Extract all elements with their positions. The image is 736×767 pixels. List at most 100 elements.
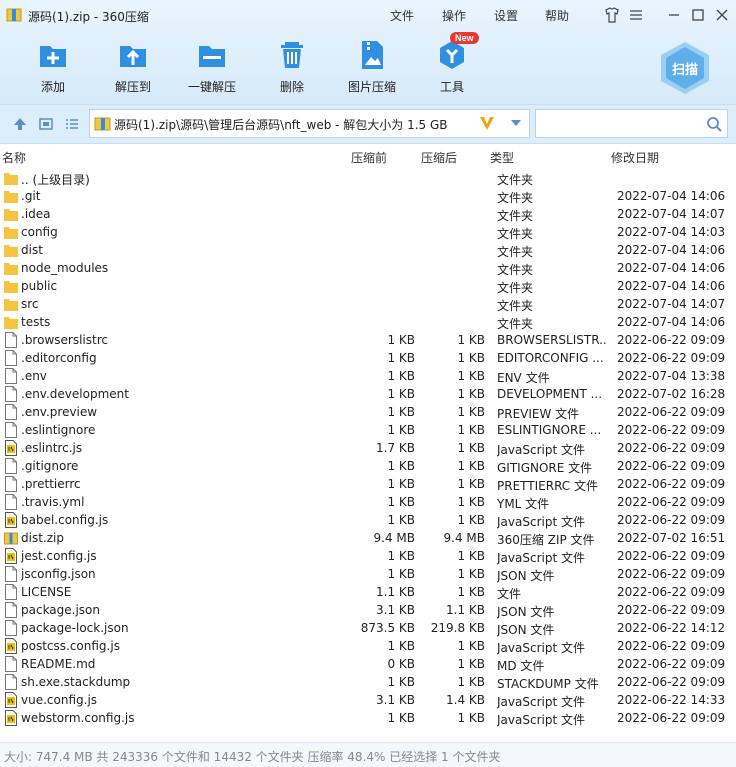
menu-operation[interactable]: 操作 [442,7,466,24]
file-row[interactable]: .gitignore 1 KB 1 KB GITIGNORE 文件 2022-06-22… [0,457,736,475]
file-row[interactable]: .env.development 1 KB 1 KB DEVELOPMENT ... 2… [0,385,736,403]
file-row[interactable]: .env.preview 1 KB 1 KB PREVIEW 文件 2022-06-22… [0,403,736,421]
file-icon [5,674,17,690]
menu-file[interactable]: 文件 [390,7,414,24]
thumbnail-view-icon[interactable] [38,116,54,132]
file-row[interactable]: dist 文件夹 2022-07-04 14:06 [0,241,736,259]
maximize-icon[interactable] [689,6,707,24]
file-type: 文件 [497,587,522,601]
file-packed-size: 1 KB [457,549,485,563]
file-row[interactable]: .. (上级目录) 文件夹 [0,169,736,187]
search-input[interactable] [535,109,728,138]
file-row[interactable]: .editorconfig 1 KB 1 KB EDITORCONFIG ... 202… [0,349,736,367]
file-row[interactable]: LICENSE 1.1 KB 1 KB 文件 2022-06-22 09:09 [0,583,736,601]
up-arrow-icon[interactable] [12,116,28,132]
file-type: EDITORCONFIG ... [497,351,604,365]
column-name[interactable]: 名称 [2,149,26,166]
address-bar[interactable]: 源码(1).zip\源码\管理后台源码\nft_web - 解包大小为 1.5 … [89,109,530,138]
file-packed-size: 1 KB [457,459,485,473]
file-date: 2022-06-22 09:09 [617,657,726,671]
extract-to-button[interactable]: 解压到 [108,38,158,96]
column-size[interactable]: 压缩前 [351,149,387,166]
file-type: JSON 文件 [497,569,555,583]
file-packed-size: 1 KB [457,495,485,509]
one-click-extract-button[interactable]: 一键解压 [183,38,241,96]
file-row[interactable]: node_modules 文件夹 2022-07-04 14:06 [0,259,736,277]
file-date: 2022-06-22 14:12 [617,621,726,635]
file-row[interactable]: jsconfig.json 1 KB 1 KB JSON 文件 2022-06-22 0… [0,565,736,583]
column-header: 名称 压缩前 压缩后 类型 修改日期 [0,145,736,167]
add-button[interactable]: 添加 [33,38,73,96]
file-name: jsconfig.json [21,567,96,581]
file-row[interactable]: webstorm.config.js 1 KB 1 KB JavaScript 文件 2… [0,709,736,727]
close-icon[interactable] [713,6,731,24]
image-compress-button[interactable]: 图片压缩 [344,38,400,96]
file-row[interactable]: package-lock.json 873.5 KB 219.8 KB JSON 文件… [0,619,736,637]
file-row[interactable]: vue.config.js 3.1 KB 1.4 KB JavaScript 文件 20… [0,691,736,709]
chevron-down-icon[interactable] [510,118,522,128]
file-size: 1 KB [387,477,415,491]
file-name: .travis.yml [21,495,85,509]
file-row[interactable]: package.json 3.1 KB 1.1 KB JSON 文件 2022-06-2… [0,601,736,619]
tools-label: 工具 [439,80,464,94]
file-type: 文件夹 [497,227,534,241]
search-icon[interactable] [706,116,722,132]
list-view-icon[interactable] [64,116,80,132]
menu-icon[interactable] [627,6,645,24]
column-packed[interactable]: 压缩后 [421,149,457,166]
file-date: 2022-07-04 13:38 [617,369,726,383]
file-row[interactable]: sh.exe.stackdump 1 KB 1 KB STACKDUMP 文件 2022… [0,673,736,691]
file-type: STACKDUMP 文件 [497,677,599,691]
file-row[interactable]: .browserslistrc 1 KB 1 KB BROWSERSLISTR... 2… [0,331,736,349]
file-row[interactable]: tests 文件夹 2022-07-04 14:06 [0,313,736,331]
file-row[interactable]: .git 文件夹 2022-07-04 14:06 [0,187,736,205]
file-type: JavaScript 文件 [497,695,585,709]
file-row[interactable]: config 文件夹 2022-07-04 14:03 [0,223,736,241]
file-date: 2022-06-22 09:09 [617,441,726,455]
file-date: 2022-07-04 14:07 [617,297,726,311]
column-type[interactable]: 类型 [490,149,514,166]
file-row[interactable]: postcss.config.js 1 KB 1 KB JavaScript 文件 20… [0,637,736,655]
file-icon [5,404,17,420]
vip-v-icon[interactable] [479,114,495,132]
file-type: 360压缩 ZIP 文件 [497,533,595,547]
file-row[interactable]: .idea 文件夹 2022-07-04 14:07 [0,205,736,223]
file-type: PREVIEW 文件 [497,407,580,421]
file-row[interactable]: jest.config.js 1 KB 1 KB JavaScript 文件 2022-… [0,547,736,565]
status-bar: 大小: 747.4 MB 共 243336 个文件和 14432 个文件夹 压缩… [0,742,736,767]
file-type: JSON 文件 [497,623,555,637]
file-row[interactable]: src 文件夹 2022-07-04 14:07 [0,295,736,313]
column-modified[interactable]: 修改日期 [611,149,659,166]
file-type: DEVELOPMENT ... [497,387,603,401]
file-icon [5,422,17,438]
file-name: package.json [21,603,101,617]
skin-icon[interactable] [603,6,621,24]
address-path: 源码(1).zip\源码\管理后台源码\nft_web - 解包大小为 1.5 … [114,118,448,132]
menu-settings[interactable]: 设置 [494,7,518,24]
file-type: GITIGNORE 文件 [497,461,593,475]
file-row[interactable]: .eslintignore 1 KB 1 KB ESLINTIGNORE ... 202… [0,421,736,439]
menu-help[interactable]: 帮助 [545,7,569,24]
file-packed-size: 1.4 KB [446,693,485,707]
file-row[interactable]: babel.config.js 1 KB 1 KB JavaScript 文件 2022… [0,511,736,529]
delete-button[interactable]: 删除 [272,38,312,96]
file-row[interactable]: dist.zip 9.4 MB 9.4 MB 360压缩 ZIP 文件 2022-07-… [0,529,736,547]
file-date: 2022-06-22 09:09 [617,459,726,473]
file-size: 1 KB [387,711,415,725]
file-row[interactable]: .prettierrc 1 KB 1 KB PRETTIERRC 文件 2022-06-… [0,475,736,493]
tools-button[interactable]: New 工具 [432,32,479,96]
file-row[interactable]: public 文件夹 2022-07-04 14:06 [0,277,736,295]
new-badge: New [450,32,479,44]
file-row[interactable]: .env 1 KB 1 KB ENV 文件 2022-07-04 13:38 [0,367,736,385]
file-icon [5,602,17,618]
file-name: node_modules [21,261,109,275]
scan-button[interactable]: 扫描 [657,40,713,96]
file-date: 2022-07-04 14:06 [617,315,726,329]
file-row[interactable]: README.md 0 KB 1 KB MD 文件 2022-06-22 09:09 [0,655,736,673]
minimize-icon[interactable] [665,6,683,24]
file-icon [5,458,17,474]
file-type: JavaScript 文件 [497,443,585,457]
file-name: .prettierrc [21,477,81,491]
file-row[interactable]: .eslintrc.js 1.7 KB 1 KB JavaScript 文件 2022-… [0,439,736,457]
file-row[interactable]: .travis.yml 1 KB 1 KB YML 文件 2022-06-22 09:0… [0,493,736,511]
